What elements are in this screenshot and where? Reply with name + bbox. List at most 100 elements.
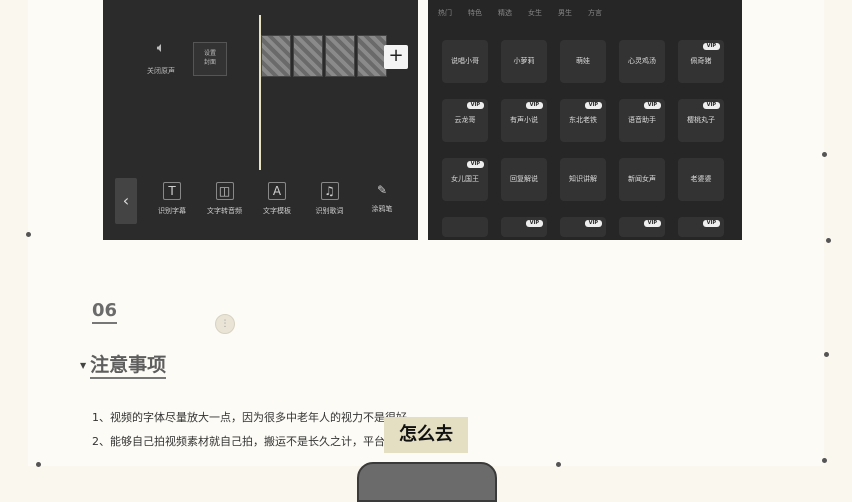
voice-option-label: 女儿国王 — [451, 175, 479, 183]
vip-badge: VIP — [643, 220, 661, 227]
vip-badge: VIP — [643, 102, 661, 109]
corner-dot — [824, 352, 829, 357]
heading-title: 注意事项 — [90, 354, 167, 379]
vip-badge: VIP — [466, 161, 484, 168]
voice-selection-screenshot: 热门 特色 精选 女生 男生 方言 说唱小哥 小萝莉 萌娃 心灵鸡汤 佩奇猪 VIP 云龙哥… — [428, 0, 742, 240]
cover-label-line1: 设置 — [203, 50, 216, 57]
voice-option[interactable]: 有声小说 VIP — [501, 99, 547, 142]
voice-option-label: 说唱小哥 — [451, 57, 479, 65]
voice-option-label: 佩奇猪 — [690, 57, 712, 65]
speaker-icon: 🔈︎ — [156, 40, 166, 56]
voice-option[interactable] — [442, 217, 488, 237]
subtitle-icon: T — [163, 182, 181, 200]
text-to-speech-icon: ◫ — [215, 182, 234, 200]
loading-icon: ⋮ — [215, 314, 235, 334]
voice-option[interactable]: 说唱小哥 — [442, 40, 488, 83]
voice-option[interactable]: 知识讲解 — [560, 158, 606, 201]
voice-option[interactable]: 回复解说 — [501, 158, 547, 201]
voice-option-label: 语音助手 — [628, 116, 656, 124]
voice-option[interactable]: VIP — [560, 217, 606, 237]
lyrics-icon: ♫ — [320, 182, 339, 200]
vip-badge: VIP — [702, 102, 720, 109]
voice-option[interactable]: 新闻女声 — [619, 158, 665, 201]
presenter-silhouette — [357, 462, 497, 502]
voice-option-label: 回复解说 — [510, 175, 538, 183]
corner-dot — [26, 232, 31, 237]
tool-label: 涂鸦笔 — [371, 205, 393, 213]
voice-option[interactable]: 女儿国王 VIP — [442, 158, 488, 201]
corner-dot — [556, 462, 561, 467]
voice-option[interactable]: VIP — [678, 217, 724, 237]
voice-option[interactable]: 佩奇猪 VIP — [678, 40, 724, 83]
video-editor-screenshot: 🔈︎ 关闭原声 设置 封面 + ‹ T 识别字幕 ◫ 文字转音频 A 文字模板 … — [103, 0, 418, 240]
voice-option[interactable]: 老婆婆 — [678, 158, 724, 201]
tool-label: 文字模板 — [263, 207, 291, 215]
voice-option[interactable]: VIP — [619, 217, 665, 237]
corner-dot — [36, 462, 41, 467]
corner-dot — [826, 238, 831, 243]
tool-text-template[interactable]: A 文字模板 — [252, 182, 302, 216]
corner-dot — [822, 458, 827, 463]
voice-category-tabs: 热门 特色 精选 女生 男生 方言 — [438, 8, 738, 22]
voice-option[interactable]: 语音助手 VIP — [619, 99, 665, 142]
vip-badge: VIP — [466, 102, 484, 109]
voice-option[interactable]: 樱桃丸子 VIP — [678, 99, 724, 142]
collapse-caret-icon[interactable]: ▼ — [80, 361, 86, 370]
pen-icon: ✎ — [376, 183, 388, 197]
vip-badge: VIP — [584, 220, 602, 227]
voice-option[interactable]: 小萝莉 — [501, 40, 547, 83]
back-chevron-button[interactable]: ‹ — [115, 178, 137, 224]
voice-option[interactable]: 心灵鸡汤 — [619, 40, 665, 83]
tool-label: 识别歌词 — [315, 207, 344, 215]
voice-tab[interactable]: 方言 — [588, 8, 602, 22]
video-frame — [325, 35, 355, 77]
voice-option[interactable]: VIP — [501, 217, 547, 237]
video-frame — [293, 35, 323, 77]
corner-dot — [822, 152, 827, 157]
voice-option[interactable]: 萌娃 — [560, 40, 606, 83]
voice-option-label: 小萝莉 — [513, 57, 535, 65]
voice-option-label: 老婆婆 — [690, 175, 712, 183]
vip-badge: VIP — [584, 102, 602, 109]
list-item: 1、视频的字体尽量放大一点，因为很多中老年人的视力不是很好。 — [92, 411, 418, 424]
voice-tab[interactable]: 特色 — [468, 8, 482, 22]
tool-label: 文字转音频 — [207, 207, 242, 215]
voice-option-label: 新闻女声 — [628, 175, 656, 183]
video-caption: 怎么去 — [384, 417, 468, 453]
audio-label: 关闭原声 — [147, 67, 175, 75]
voice-option-label: 有声小说 — [510, 116, 538, 124]
voice-tab[interactable]: 精选 — [498, 8, 512, 22]
mute-original-audio-control[interactable]: 🔈︎ 关闭原声 — [141, 40, 181, 76]
voice-tab[interactable]: 女生 — [528, 8, 542, 22]
voice-option-label: 东北老铁 — [569, 116, 597, 124]
video-frame — [357, 35, 387, 77]
voice-option-label: 萌娃 — [576, 57, 590, 65]
voice-option[interactable]: 东北老铁 VIP — [560, 99, 606, 142]
editor-toolbar: T 识别字幕 ◫ 文字转音频 A 文字模板 ♫ 识别歌词 ✎ 涂鸦笔 — [147, 182, 407, 216]
timeline-frames[interactable] — [261, 35, 387, 77]
vip-badge: VIP — [525, 102, 543, 109]
voice-grid: 说唱小哥 小萝莉 萌娃 心灵鸡汤 佩奇猪 VIP 云龙哥 VIP 有声小说 VIP 东北老铁 VIP 语… — [442, 40, 724, 237]
tool-pen[interactable]: ✎ 涂鸦笔 — [357, 182, 407, 216]
cover-setting-button[interactable]: 设置 封面 — [193, 42, 227, 76]
vip-badge: VIP — [702, 220, 720, 227]
tool-label: 识别字幕 — [158, 207, 186, 215]
voice-option-label: 知识讲解 — [569, 175, 597, 183]
text-template-icon: A — [268, 182, 286, 200]
tool-subtitle[interactable]: T 识别字幕 — [147, 182, 197, 216]
section-heading: ▼ 注意事项 — [80, 350, 167, 379]
voice-option-label: 云龙哥 — [454, 116, 476, 124]
tool-text-to-speech[interactable]: ◫ 文字转音频 — [200, 182, 250, 216]
voice-option[interactable]: 云龙哥 VIP — [442, 99, 488, 142]
voice-option-label: 樱桃丸子 — [687, 116, 715, 124]
section-number: 06 — [92, 300, 118, 324]
voice-option-label: 心灵鸡汤 — [628, 57, 656, 65]
cover-label-line2: 封面 — [203, 59, 216, 66]
vip-badge: VIP — [702, 43, 720, 50]
add-clip-button[interactable]: + — [384, 45, 408, 69]
vip-badge: VIP — [525, 220, 543, 227]
video-frame — [261, 35, 291, 77]
voice-tab[interactable]: 男生 — [558, 8, 572, 22]
voice-tab[interactable]: 热门 — [438, 8, 452, 22]
tool-lyrics[interactable]: ♫ 识别歌词 — [305, 182, 355, 216]
